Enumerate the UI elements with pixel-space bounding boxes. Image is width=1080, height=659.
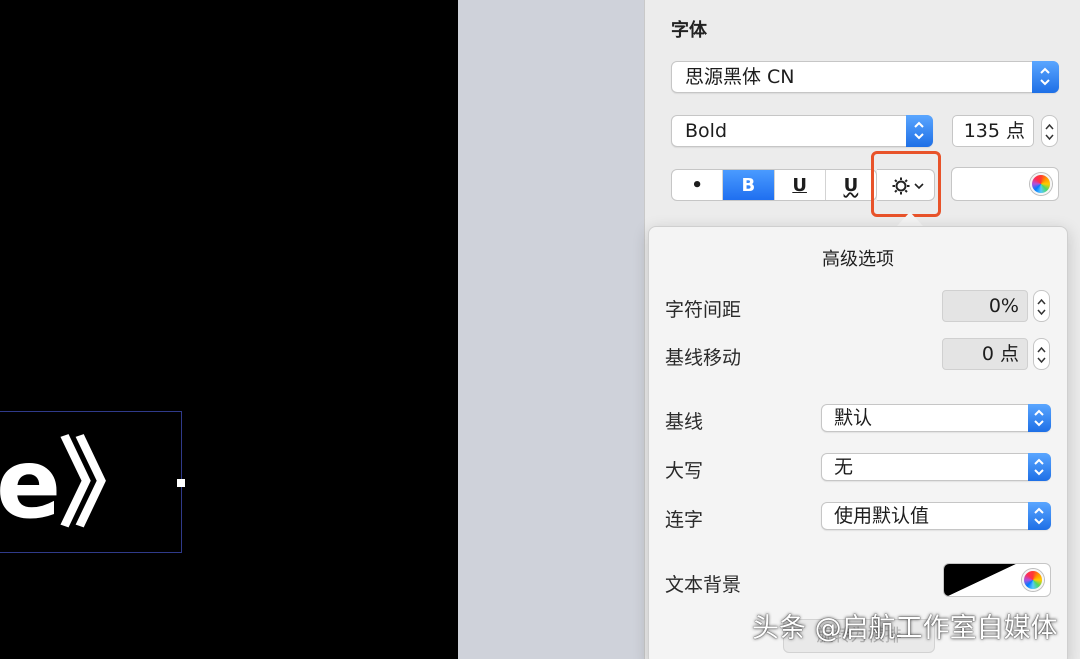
wavy-underline-button[interactable]: U <box>826 170 876 200</box>
watermark-text: 头条 @启航工作室自媒体 <box>752 613 1058 644</box>
char-spacing-stepper[interactable] <box>1033 290 1050 322</box>
text-background-color-well[interactable] <box>943 563 1051 597</box>
baseline-select[interactable]: 默认 <box>821 404 1051 432</box>
popover-title: 高级选项 <box>822 249 894 270</box>
font-style-value: Bold <box>685 120 727 142</box>
caps-value: 无 <box>834 456 854 478</box>
caps-label: 大写 <box>665 460 704 482</box>
no-fill-swatch-icon <box>944 564 1020 596</box>
color-wheel-icon[interactable] <box>1030 173 1052 195</box>
bullet-button[interactable]: • <box>672 170 724 200</box>
ligature-select[interactable]: 使用默认值 <box>821 502 1051 530</box>
slide-canvas[interactable]: e》 <box>0 0 458 659</box>
advanced-options-popover: 高级选项 字符间距 0% 基线移动 0 点 基线 默认 大写 无 连字 使用默认… <box>648 226 1068 659</box>
text-color-well[interactable] <box>951 167 1059 201</box>
resize-handle[interactable] <box>177 479 185 487</box>
text-style-segmented-control: • B U U <box>671 169 877 201</box>
font-section-title: 字体 <box>671 20 707 41</box>
baseline-shift-field[interactable]: 0 点 <box>942 338 1028 370</box>
slide-text[interactable]: e》 <box>0 424 155 544</box>
baseline-shift-label: 基线移动 <box>665 347 742 369</box>
color-wheel-icon[interactable] <box>1022 569 1044 591</box>
caps-select[interactable]: 无 <box>821 453 1051 481</box>
baseline-shift-stepper[interactable] <box>1033 338 1050 370</box>
char-spacing-value: 0% <box>988 295 1019 317</box>
baseline-value: 默认 <box>834 407 873 429</box>
font-size-field[interactable]: 135 点 <box>952 115 1034 147</box>
popover-arrow <box>896 212 924 227</box>
up-down-chevron-icon <box>1028 453 1051 481</box>
up-down-chevron-icon <box>1028 502 1051 530</box>
annotation-highlight-box <box>871 151 941 217</box>
bold-button[interactable]: B <box>723 170 775 200</box>
text-background-label: 文本背景 <box>665 574 742 596</box>
up-down-chevron-icon <box>1028 404 1051 432</box>
font-family-select[interactable]: 思源黑体 CN <box>671 61 1059 93</box>
up-down-chevron-icon <box>906 115 933 147</box>
font-style-select[interactable]: Bold <box>671 115 933 147</box>
ligature-label: 连字 <box>665 509 704 531</box>
ligature-value: 使用默认值 <box>834 505 930 527</box>
font-size-value: 135 点 <box>963 120 1025 142</box>
font-family-value: 思源黑体 CN <box>685 66 795 88</box>
up-down-chevron-icon <box>1032 61 1059 93</box>
canvas-gutter <box>458 0 644 659</box>
underline-button[interactable]: U <box>775 170 826 200</box>
baseline-label: 基线 <box>665 411 704 433</box>
char-spacing-field[interactable]: 0% <box>942 290 1028 322</box>
char-spacing-label: 字符间距 <box>665 299 742 321</box>
font-size-stepper[interactable] <box>1041 115 1058 147</box>
baseline-shift-value: 0 点 <box>981 343 1019 365</box>
